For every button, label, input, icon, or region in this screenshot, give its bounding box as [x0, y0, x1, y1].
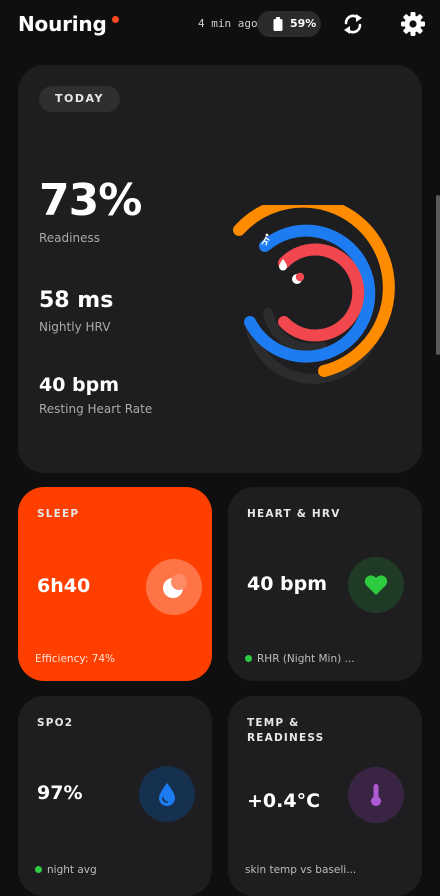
sleep-title: SLEEP — [37, 508, 80, 520]
readiness-value: 73% — [39, 175, 142, 226]
spo2-value: 97% — [37, 782, 83, 804]
sync-icon[interactable] — [339, 10, 367, 38]
heart-icon-badge — [348, 557, 404, 613]
scrollbar[interactable] — [436, 195, 440, 355]
battery-icon — [273, 17, 283, 31]
temp-readiness-tile[interactable]: TEMP & READINESS +0.4°C skin temp vs bas… — [228, 696, 422, 896]
top-bar: Nouring 4 min ago 59% — [0, 0, 440, 48]
battery-status[interactable]: 59% — [257, 11, 321, 37]
rhr-label: Resting Heart Rate — [39, 402, 153, 416]
hrv-value: 58 ms — [39, 288, 114, 313]
activity-rings[interactable] — [212, 205, 402, 395]
sleep-tile[interactable]: SLEEP 6h40 Efficiency: 74% — [18, 487, 212, 681]
hrv-label: Nightly HRV — [39, 320, 111, 334]
rhr-value: 40 bpm — [39, 374, 120, 396]
water-drop-icon — [159, 783, 175, 806]
spo2-footer-text: night avg — [47, 864, 97, 876]
thermometer-icon — [371, 784, 381, 806]
battery-percent: 59% — [290, 17, 317, 30]
sleep-icon-badge — [146, 559, 202, 615]
spo2-footer: night avg — [35, 864, 97, 876]
last-sync-time: 4 min ago — [198, 17, 258, 30]
today-badge: TODAY — [39, 86, 120, 112]
status-dot — [35, 865, 42, 873]
status-dot — [245, 654, 252, 662]
temp-icon-badge — [348, 767, 404, 823]
sleep-efficiency: Efficiency: 74% — [35, 653, 116, 665]
moon-icon — [292, 272, 305, 284]
heart-hrv-tile[interactable]: HEART & HRV 40 bpm RHR (Night Min) ... — [228, 487, 422, 681]
status-dot — [111, 16, 119, 23]
heart-title: HEART & HRV — [247, 508, 341, 520]
spo2-tile[interactable]: SPO2 97% night avg — [18, 696, 212, 896]
gear-icon[interactable] — [399, 10, 427, 38]
heart-value: 40 bpm — [247, 573, 328, 595]
readiness-label: Readiness — [39, 231, 100, 245]
spo2-icon-badge — [139, 766, 195, 822]
app-name: Nouring — [18, 12, 107, 36]
temp-footer: skin temp vs baseli... — [245, 864, 357, 876]
moon-icon — [163, 574, 187, 598]
heart-footer: RHR (Night Min) ... — [245, 653, 355, 665]
temp-title: TEMP & READINESS — [247, 717, 325, 744]
sleep-ring — [278, 243, 365, 342]
app-title: Nouring — [18, 12, 119, 36]
today-summary-card[interactable]: TODAY 73% Readiness 58 ms Nightly HRV 40… — [18, 65, 422, 473]
heart-icon — [364, 575, 388, 595]
temp-value: +0.4°C — [247, 790, 321, 812]
heart-footer-text: RHR (Night Min) ... — [257, 653, 355, 665]
sleep-value: 6h40 — [37, 575, 91, 597]
spo2-title: SPO2 — [37, 717, 74, 729]
